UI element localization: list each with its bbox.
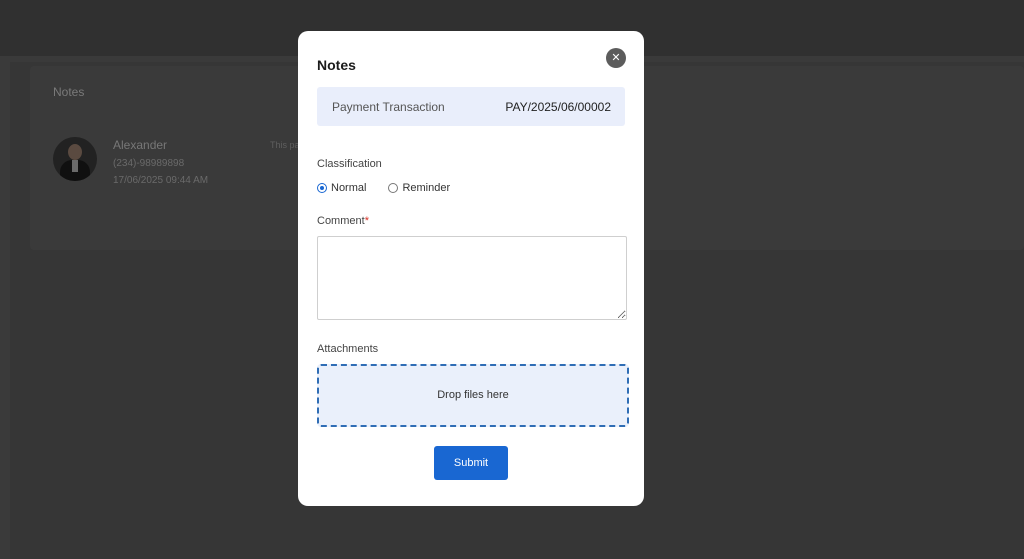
close-button[interactable]: ✕ [606,48,626,68]
dropzone-text: Drop files here [437,389,509,401]
file-dropzone[interactable]: Drop files here [317,364,629,427]
close-icon: ✕ [611,52,621,64]
radio-reminder-label: Reminder [402,182,451,194]
note-phone: (234)-98989898 [113,158,185,169]
submit-button[interactable]: Submit [434,446,508,480]
attachments-label: Attachments [317,343,379,355]
classification-radio-group: Normal Reminder [317,181,472,195]
classification-label: Classification [317,158,382,170]
radio-normal-label: Normal [331,182,367,194]
radio-reminder-indicator[interactable] [388,183,399,193]
comment-textarea[interactable] [317,236,627,320]
modal-title: Notes [317,57,356,73]
required-asterisk: * [364,215,369,227]
radio-normal-indicator[interactable] [317,183,327,193]
reference-label: Payment Transaction [332,100,445,114]
radio-reminder[interactable]: Reminder [388,182,450,194]
notes-modal: Notes ✕ Payment Transaction PAY/2025/06/… [298,31,644,506]
note-text-snippet: This pa [270,140,300,150]
radio-normal[interactable]: Normal [317,182,366,194]
note-timestamp: 17/06/2025 09:44 AM [113,175,209,186]
reference-box: Payment Transaction PAY/2025/06/00002 [317,87,625,126]
note-author: Alexander [113,138,168,152]
comment-label: Comment* [317,215,369,227]
comment-label-text: Comment [317,215,365,227]
avatar [53,137,97,181]
reference-value: PAY/2025/06/00002 [505,100,611,114]
notes-section-title: Notes [53,85,85,99]
